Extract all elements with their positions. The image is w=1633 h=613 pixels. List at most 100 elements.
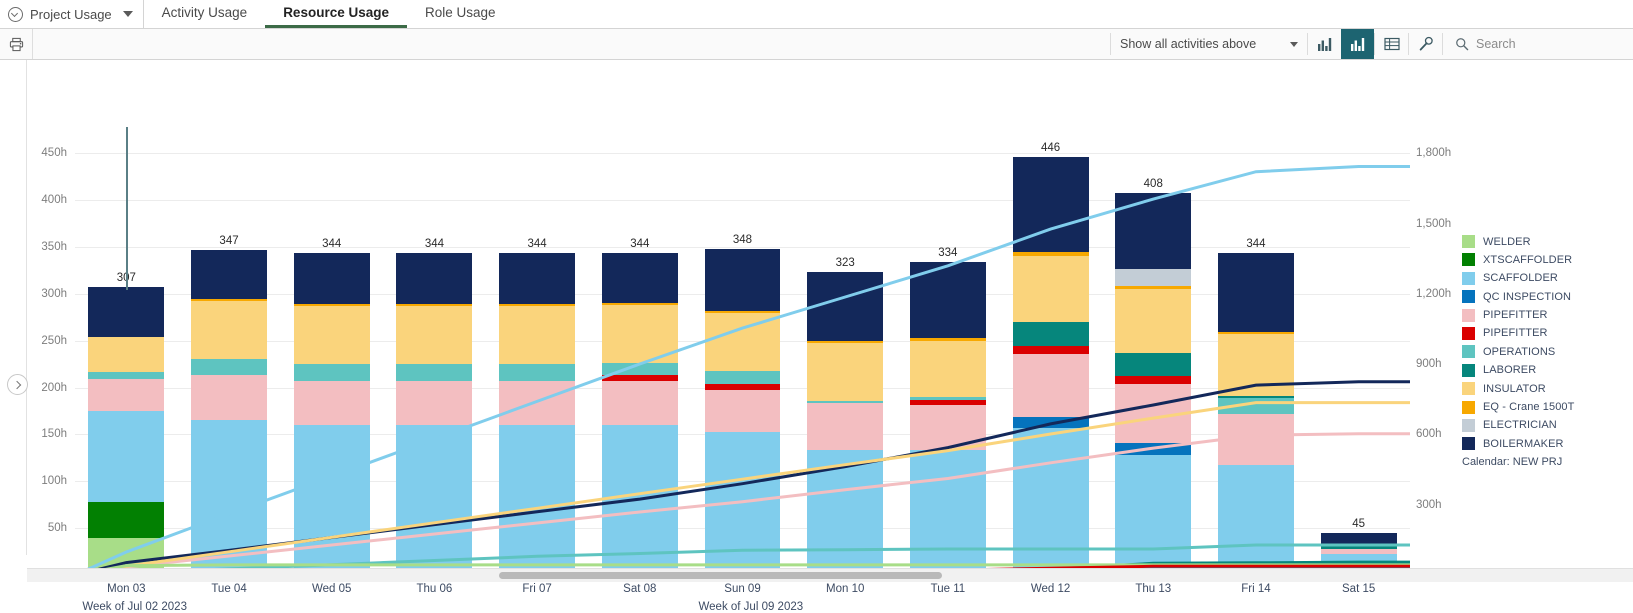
y-axis-tick-left: 450h: [41, 147, 67, 160]
bar-segment: [1012, 255, 1089, 323]
x-axis-tick-label: Sat 08: [623, 583, 657, 595]
bar-segment: [704, 390, 781, 432]
legend-item[interactable]: ELECTRICIAN: [1462, 418, 1627, 432]
legend-item[interactable]: PIPEFITTER: [1462, 326, 1627, 340]
expand-panel-button[interactable]: [7, 374, 28, 395]
print-button[interactable]: [0, 29, 33, 59]
legend-item[interactable]: PIPEFITTER: [1462, 308, 1627, 322]
activity-filter-dropdown[interactable]: Show all activities above: [1111, 29, 1307, 59]
printer-icon: [9, 37, 23, 51]
bar-column[interactable]: 323: [807, 257, 884, 575]
y-axis-tick-right: 900h: [1416, 358, 1442, 371]
legend-label: PIPEFITTER: [1483, 327, 1548, 340]
bar-segment: [88, 371, 165, 380]
x-axis-tick-label: Tue 04: [211, 583, 247, 595]
bar-segment: [1012, 416, 1089, 428]
bar-column[interactable]: 344: [293, 238, 370, 575]
stacked-chart-view-button[interactable]: [1341, 29, 1374, 59]
legend-swatch: [1462, 400, 1475, 414]
legend-label: LABORER: [1483, 364, 1537, 377]
scrollbar-thumb[interactable]: [499, 572, 942, 579]
bar-segment: [499, 364, 576, 382]
tab-activity-usage[interactable]: Activity Usage: [144, 0, 266, 28]
bar-segment: [1115, 289, 1192, 354]
bar-segment: [396, 306, 473, 365]
legend-item[interactable]: LABORER: [1462, 363, 1627, 377]
legend-item[interactable]: EQ - Crane 1500T: [1462, 400, 1627, 414]
x-axis-tick-label: Fri 07: [522, 583, 552, 595]
bar-total-label: 408: [1143, 177, 1163, 190]
bar-segment: [1012, 353, 1089, 417]
bar-segment: [601, 305, 678, 364]
legend-item[interactable]: SCAFFOLDER: [1462, 271, 1627, 285]
y-axis-tick-left: 50h: [47, 522, 67, 535]
legend-item[interactable]: OPERATIONS: [1462, 345, 1627, 359]
settings-button[interactable]: [1409, 29, 1442, 59]
tab-role-usage[interactable]: Role Usage: [407, 0, 514, 28]
view-picker[interactable]: Project Usage: [0, 0, 144, 28]
bar-segment: [1115, 268, 1192, 286]
bar-segment: [909, 450, 986, 575]
bar-total-label: 344: [527, 237, 547, 250]
bar-segment: [191, 375, 268, 420]
legend-item[interactable]: BOILERMAKER: [1462, 437, 1627, 451]
x-axis-tick-label: Mon 03: [107, 583, 146, 595]
tab-list: Activity Usage Resource Usage Role Usage: [144, 0, 514, 28]
table-view-button[interactable]: [1375, 29, 1408, 59]
bar-column[interactable]: 408: [1115, 178, 1192, 575]
legend-item[interactable]: QC INSPECTION: [1462, 290, 1627, 304]
bar-segment: [396, 252, 473, 305]
bar-column[interactable]: 307: [88, 272, 165, 575]
bar-total-label: 446: [1040, 142, 1061, 155]
legend-label: ELECTRICIAN: [1483, 419, 1557, 432]
legend-item[interactable]: WELDER: [1462, 235, 1627, 248]
bar-column[interactable]: 344: [601, 238, 678, 575]
bar-segment: [704, 370, 781, 384]
x-axis-tick-label: Wed 12: [1030, 583, 1071, 595]
bar-segment: [396, 364, 473, 382]
bar-segment: [293, 364, 370, 382]
legend-item[interactable]: INSULATOR: [1462, 382, 1627, 396]
bar-segment: [88, 287, 165, 338]
legend: WELDER XTSCAFFOLDER SCAFFOLDER QC INSPECTIO…: [1462, 235, 1627, 456]
legend-label: OPERATIONS: [1483, 345, 1556, 358]
bar-segment: [1115, 353, 1192, 377]
bar-segment: [1115, 455, 1192, 575]
bar-segment: [1115, 376, 1192, 384]
x-axis-tick-label: Fri 14: [1241, 583, 1271, 595]
search-icon: [1456, 38, 1469, 51]
bar-segment: [1320, 532, 1397, 546]
tab-resource-usage[interactable]: Resource Usage: [265, 0, 407, 28]
legend-item[interactable]: XTSCAFFOLDER: [1462, 253, 1627, 267]
legend-swatch: [1462, 326, 1475, 340]
bar-column[interactable]: 446: [1012, 142, 1089, 575]
chevron-down-icon: [1290, 41, 1298, 47]
legend-label: WELDER: [1483, 235, 1531, 248]
bar-total-label: 344: [630, 237, 650, 250]
search-input[interactable]: Search: [1443, 29, 1633, 59]
bar-column[interactable]: 344: [1217, 238, 1294, 575]
bar-segment: [499, 252, 576, 305]
bar-column[interactable]: 347: [191, 235, 268, 575]
bar-chart-view-button[interactable]: [1308, 29, 1341, 59]
horizontal-scrollbar[interactable]: [27, 568, 1633, 582]
bar-segment: [293, 381, 370, 426]
chevron-down-icon[interactable]: [122, 11, 133, 17]
bar-column[interactable]: 344: [499, 238, 576, 575]
bar-segment: [909, 262, 986, 339]
calendar-note: Calendar: NEW PRJ: [1462, 456, 1563, 468]
bar-column[interactable]: 334: [909, 247, 986, 575]
y-axis-tick-left: 150h: [41, 428, 67, 441]
bar-segment: [191, 249, 268, 299]
bar-column[interactable]: 348: [704, 234, 781, 575]
legend-swatch: [1462, 418, 1475, 432]
tab-label: Role Usage: [425, 5, 496, 20]
bar-segment: [499, 425, 576, 575]
bar-segment: [396, 381, 473, 426]
x-axis-tick-label: Mon 10: [826, 583, 865, 595]
bar-segment: [1217, 334, 1294, 397]
bar-segment: [1115, 192, 1192, 269]
legend-label: EQ - Crane 1500T: [1483, 401, 1575, 414]
bar-column[interactable]: 344: [396, 238, 473, 575]
